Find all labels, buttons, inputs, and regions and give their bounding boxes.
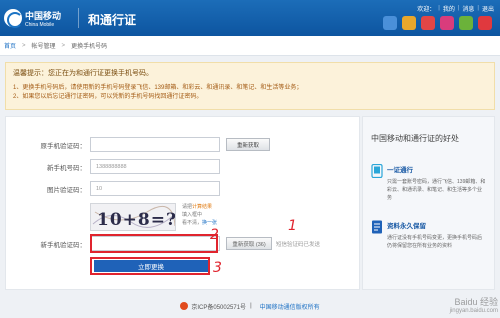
header-divider xyxy=(78,8,79,28)
breadcrumb-home[interactable]: 首页 xyxy=(4,41,16,50)
notice-title: 温馨提示：您正在为和通行证更换手机号码。 xyxy=(13,70,153,77)
breadcrumb-account[interactable]: 帐号管理 xyxy=(32,41,56,50)
app-icon[interactable] xyxy=(459,16,473,30)
feature-one-pass: 一证通行 只需一套账号密码，通行飞信、139邮箱、和彩云、和通讯录、和笔记、和生… xyxy=(371,164,486,202)
captcha-hint-suffix: 填入框中 xyxy=(182,212,203,218)
captcha-refresh-link[interactable]: 换一张 xyxy=(202,220,217,226)
benefits-panel: 中国移动和通行证的好处 一证通行 只需一套账号密码，通行飞信、139邮箱、和彩云… xyxy=(362,116,495,290)
logo-cn-text: 中国移动 xyxy=(25,10,62,21)
feature-one-pass-desc: 只需一套账号密码，通行飞信、139邮箱、和彩云、和通讯录、和笔记、和生活等多个业… xyxy=(387,179,486,201)
weibo-icon[interactable] xyxy=(478,16,492,30)
breadcrumb-current: 更换手机号码 xyxy=(71,44,108,50)
old-code-refetch-button[interactable]: 重新获取 xyxy=(226,138,270,151)
welcome-text: 欢迎： xyxy=(417,6,436,13)
benefits-title: 中国移动和通行证的好处 xyxy=(371,134,459,143)
baidu-jingyan-watermark: Baidu 经验 jingyan.baidu.com xyxy=(450,298,498,316)
china-mobile-logo-icon xyxy=(4,9,23,28)
icp-number[interactable]: 京ICP备05002571号 xyxy=(191,302,246,311)
feature-data-retention-title: 资料永久保留 xyxy=(387,223,426,230)
top-header: 中国移动 China Mobile 和通行证 欢迎： | 我的 | 消息 | 退… xyxy=(0,0,500,36)
new-phone-label: 新手机号码： xyxy=(47,165,86,172)
watermark-line-1: Baidu 经验 xyxy=(454,297,498,307)
old-code-input[interactable] xyxy=(90,137,220,152)
annotation-number-2: 2 xyxy=(210,227,219,243)
hebiji-icon[interactable] xyxy=(440,16,454,30)
phone-icon xyxy=(371,164,383,178)
nav-my[interactable]: 我的 xyxy=(443,4,455,13)
chevron-right-icon: > xyxy=(22,42,26,49)
new-code-label: 新手机验证码： xyxy=(40,242,87,249)
chevron-right-icon: > xyxy=(61,42,66,49)
user-nav: 欢迎： | 我的 | 消息 | 退出 xyxy=(417,4,494,13)
watermark-line-2: jingyan.baidu.com xyxy=(449,308,498,314)
document-icon xyxy=(372,220,382,234)
annotation-number-3: 3 xyxy=(213,260,222,276)
police-badge-icon xyxy=(180,302,189,310)
captcha-hint2-prefix: 看不清， xyxy=(182,220,203,226)
new-phone-input[interactable]: 1388888888 xyxy=(90,159,220,174)
notice-box: 温馨提示：您正在为和通行证更换手机号码。 1、更换手机号码后，请使用新的手机号码… xyxy=(5,62,495,110)
captcha-label: 图片验证码： xyxy=(47,187,86,194)
nav-logout[interactable]: 退出 xyxy=(482,4,494,13)
old-code-row: 原手机验证码： 重新获取 xyxy=(6,137,361,153)
copyright-text: 中国移动通信版权所有 xyxy=(259,304,320,311)
annotation-number-1: 1 xyxy=(288,218,297,234)
captcha-hint-prefix: 请把 xyxy=(182,204,193,210)
change-phone-form: 原手机验证码： 重新获取 新手机号码： 1388888888 图片验证码： 10… xyxy=(5,116,360,290)
resend-code-button[interactable]: 重新获取 (36) xyxy=(226,237,272,250)
notice-line-2: 2、如果您以后忘记通行证密码，可以凭新的手机号码找回通行证密码。 xyxy=(13,94,203,100)
captcha-text: 10+8=? xyxy=(97,210,176,230)
breadcrumb: 首页 > 帐号管理 > 更换手机号码 xyxy=(0,36,500,56)
china-mobile-logo[interactable]: 中国移动 China Mobile xyxy=(4,6,78,30)
captcha-input[interactable]: 10 xyxy=(90,181,220,196)
footer: 京ICP备05002571号 | 中国移动通信版权所有 xyxy=(0,294,500,318)
captcha-hint-highlight: 计算结果 xyxy=(192,204,213,210)
feature-data-retention: 资料永久保留 通行证没有手机号码变更，更换手机号码后仍将保留您在所有业务的资料 xyxy=(371,220,486,250)
hecaiyun-icon[interactable] xyxy=(421,16,435,30)
footer-separator: | xyxy=(250,303,252,309)
annotation-box-new-code xyxy=(90,234,218,253)
nav-messages[interactable]: 消息 xyxy=(462,4,474,13)
captcha-hint: 请把计算结果 填入框中 看不清，换一张 xyxy=(182,203,217,227)
logo-en-text: China Mobile xyxy=(25,21,55,28)
captcha-image[interactable]: 10+8=? xyxy=(90,203,176,231)
new-phone-row: 新手机号码： 1388888888 xyxy=(6,159,361,175)
app-title: 和通行证 xyxy=(88,13,137,27)
service-icons xyxy=(383,16,492,30)
139-mail-icon[interactable] xyxy=(383,16,397,30)
feature-one-pass-title: 一证通行 xyxy=(387,167,413,174)
notice-line-1: 1、更换手机号码后，请使用新的手机号码登录飞信、139邮箱、和彩云、和通讯录、和… xyxy=(13,85,303,91)
feature-data-retention-desc: 通行证没有手机号码变更，更换手机号码后仍将保留您在所有业务的资料 xyxy=(387,235,483,249)
fetion-icon[interactable] xyxy=(402,16,416,30)
captcha-row: 图片验证码： 10 xyxy=(6,181,361,197)
annotation-box-submit xyxy=(90,257,210,275)
code-sent-hint: 短信验证码已发送 xyxy=(276,242,321,248)
old-code-label: 原手机验证码： xyxy=(40,143,87,150)
